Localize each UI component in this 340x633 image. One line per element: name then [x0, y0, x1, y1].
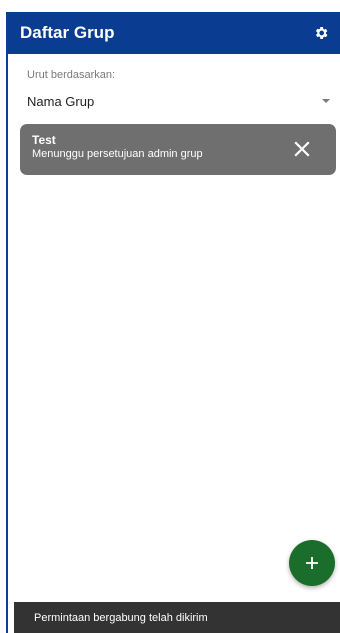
gear-icon [315, 27, 328, 39]
snackbar-message: Permintaan bergabung telah dikirim [34, 611, 208, 624]
close-icon [294, 141, 310, 157]
group-list-screen: Daftar Grup Urut berdasarkan: Nama Grup … [0, 0, 340, 633]
plus-icon [306, 557, 318, 569]
app-bar: Daftar Grup [6, 12, 340, 54]
left-border [6, 54, 8, 633]
page-title: Daftar Grup [20, 23, 115, 42]
settings-button[interactable] [312, 24, 330, 42]
dropdown-arrow-icon [322, 99, 330, 103]
snackbar: Permintaan bergabung telah dikirim [14, 602, 340, 633]
group-card[interactable]: Test Menunggu persetujuan admin grup [20, 124, 336, 175]
cancel-request-button[interactable] [292, 139, 312, 159]
group-name: Test [32, 133, 56, 147]
add-group-button[interactable] [289, 540, 335, 586]
sort-dropdown[interactable]: Nama Grup [27, 90, 330, 112]
group-status: Menunggu persetujuan admin grup [32, 148, 203, 160]
sort-label: Urut berdasarkan: [27, 69, 116, 81]
sort-selected-value: Nama Grup [27, 93, 95, 109]
